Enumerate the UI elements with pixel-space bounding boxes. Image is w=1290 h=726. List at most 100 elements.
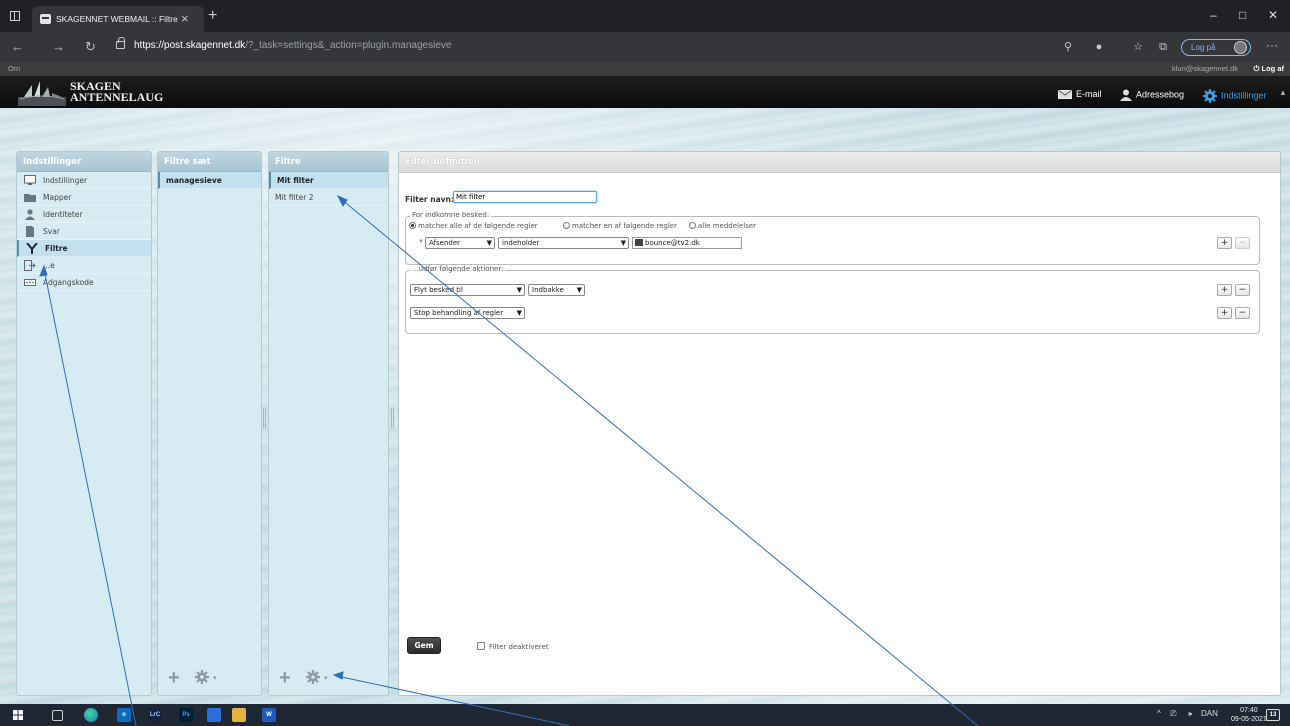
- back-arrow-icon[interactable]: ←: [11, 40, 24, 53]
- extension-icon[interactable]: ●: [1093, 41, 1105, 53]
- forward-arrow-icon[interactable]: →: [52, 40, 65, 53]
- nav-addressbook[interactable]: Adressebog: [1120, 89, 1184, 101]
- lightroom-icon[interactable]: LrC: [148, 708, 162, 722]
- logo-line-2: ANTENNELAUG: [70, 90, 164, 104]
- radio-match-any[interactable]: matcher en af følgende regler: [563, 222, 677, 230]
- filter-definition-title: Filter definition: [399, 152, 1280, 173]
- radio-all-messages[interactable]: alle meddelelser: [689, 222, 756, 230]
- more-menu-icon[interactable]: ···: [1266, 38, 1278, 52]
- settings-item-password[interactable]: Adgangskode: [17, 274, 151, 291]
- url-host: https://post.skagennet.dk: [134, 40, 246, 51]
- browser-tab[interactable]: SKAGENNET WEBMAIL :: Filtre ×: [32, 6, 204, 32]
- filter-set-actions-gear-icon[interactable]: [194, 669, 210, 685]
- nav-settings[interactable]: Indstillinger: [1203, 89, 1267, 103]
- network-icon[interactable]: ⎚: [1170, 709, 1176, 719]
- collections-icon[interactable]: ⧉: [1157, 41, 1169, 53]
- settings-item-responses[interactable]: Svar: [17, 223, 151, 240]
- profile-login-button[interactable]: Log på: [1181, 39, 1251, 56]
- store-icon[interactable]: [207, 708, 221, 722]
- remove-action-button[interactable]: −: [1235, 307, 1250, 319]
- settings-item-folders[interactable]: Mapper: [17, 189, 151, 206]
- read-aloud-icon[interactable]: ⚲: [1062, 41, 1074, 53]
- about-link[interactable]: Om: [8, 64, 20, 73]
- main-area: Indstillinger Indstillinger Mapper Ident…: [0, 108, 1290, 704]
- logo-ship-icon: [18, 81, 66, 106]
- tab-favicon: [40, 14, 51, 24]
- filters-panel: Filtre Mit filter Mit filter 2 + ▾: [268, 151, 389, 696]
- chevron-down-icon[interactable]: ▾: [213, 674, 217, 682]
- windows-start-icon[interactable]: [13, 710, 23, 720]
- rule-collapse-icon[interactable]: ▼: [418, 239, 424, 245]
- rule-value-input[interactable]: bounce@tv2.dk: [632, 237, 742, 249]
- task-view-icon[interactable]: [52, 710, 63, 721]
- action-type-select[interactable]: Flyt besked til ▼: [410, 284, 525, 296]
- password-icon: [24, 279, 36, 286]
- header-collapse-icon[interactable]: ▲: [1279, 88, 1287, 97]
- new-tab-button[interactable]: +: [208, 8, 217, 24]
- word-icon[interactable]: W: [262, 708, 276, 722]
- filter-actions-gear-icon[interactable]: [305, 669, 321, 685]
- clock[interactable]: 07:40 09-05-2021: [1231, 706, 1267, 724]
- chevron-down-icon: ▼: [486, 239, 492, 247]
- settings-item-export[interactable]: ...e: [17, 257, 151, 274]
- text-list-icon: [635, 239, 643, 246]
- taskbar: o LrC Ps W ^ ⎚ 🕩 DAN 07:40 09-05-2021 13: [0, 704, 1290, 726]
- volume-icon[interactable]: 🕩: [1187, 709, 1192, 719]
- filter-disabled-checkbox[interactable]: Filter deaktiveret: [477, 642, 549, 651]
- add-filter-button[interactable]: +: [279, 667, 291, 690]
- action-target-select[interactable]: Indbakke ▼: [528, 284, 585, 296]
- close-window-button[interactable]: ✕: [1268, 8, 1278, 22]
- filter-item[interactable]: Mit filter 2: [269, 189, 388, 206]
- logout-button[interactable]: ⏻ Log af: [1253, 64, 1284, 74]
- action-type-value: Stop behandling af regler: [414, 309, 504, 317]
- remove-rule-button[interactable]: −: [1235, 237, 1250, 249]
- edge-browser-icon[interactable]: [84, 708, 98, 722]
- actions-legend: ...udfør følgende aktioner:: [410, 265, 506, 273]
- add-action-button[interactable]: +: [1217, 284, 1232, 296]
- filter-icon: [26, 243, 38, 254]
- filter-name-label: Filter navn:: [405, 195, 454, 204]
- minimize-button[interactable]: –: [1210, 8, 1217, 22]
- add-filter-set-button[interactable]: +: [168, 667, 180, 690]
- login-label: Log på: [1191, 43, 1216, 52]
- notifications-icon[interactable]: 13: [1266, 709, 1280, 721]
- favorites-icon[interactable]: ☆: [1132, 41, 1144, 53]
- save-button[interactable]: Gem: [407, 637, 441, 654]
- envelope-icon: [1058, 90, 1072, 100]
- maximize-button[interactable]: □: [1239, 8, 1246, 22]
- settings-panel: Indstillinger Indstillinger Mapper Ident…: [16, 151, 152, 696]
- radio-match-all[interactable]: matcher alle af de følgende regler: [409, 222, 538, 230]
- filters-footer: + ▾: [269, 663, 388, 695]
- tab-actions-icon[interactable]: [10, 11, 20, 21]
- rule-header-select[interactable]: Afsender ▼: [425, 237, 495, 249]
- settings-item-label: Indstillinger: [43, 176, 88, 185]
- settings-item-preferences[interactable]: Indstillinger: [17, 172, 151, 189]
- photoshop-icon[interactable]: Ps: [179, 708, 193, 722]
- filter-name-input[interactable]: Mit filter: [453, 191, 597, 203]
- lock-icon[interactable]: [116, 37, 125, 49]
- avatar: [1234, 41, 1247, 54]
- logo-text[interactable]: SKAGEN ANTENNELAUG: [70, 80, 164, 104]
- file-explorer-icon[interactable]: [232, 708, 246, 722]
- outlook-icon[interactable]: o: [117, 708, 131, 722]
- add-action-button[interactable]: +: [1217, 307, 1232, 319]
- splitter-handle[interactable]: [390, 408, 396, 428]
- nav-email[interactable]: E-mail: [1058, 89, 1102, 100]
- settings-item-filters[interactable]: Filtre: [17, 240, 151, 257]
- nav-addressbook-label: Adressebog: [1136, 89, 1185, 100]
- settings-item-identities[interactable]: Identiteter: [17, 206, 151, 223]
- language-indicator[interactable]: DAN: [1201, 709, 1218, 718]
- url-field[interactable]: https://post.skagennet.dk/?_task=setting…: [134, 40, 451, 51]
- remove-action-button[interactable]: −: [1235, 284, 1250, 296]
- filter-item[interactable]: Mit filter: [269, 172, 388, 189]
- logout-label: Log af: [1261, 64, 1285, 73]
- rule-operator-select[interactable]: indeholder ▼: [498, 237, 629, 249]
- tab-close-icon[interactable]: ×: [181, 11, 189, 26]
- action-type-select[interactable]: Stop behandling af regler ▼: [410, 307, 525, 319]
- reload-icon[interactable]: ↻: [85, 40, 96, 53]
- chevron-down-icon[interactable]: ▾: [324, 674, 328, 682]
- add-rule-button[interactable]: +: [1217, 237, 1232, 249]
- radio-any-label: matcher en af følgende regler: [572, 222, 677, 230]
- tray-chevron-icon[interactable]: ^: [1157, 709, 1161, 718]
- filter-set-item[interactable]: managesieve: [158, 172, 261, 189]
